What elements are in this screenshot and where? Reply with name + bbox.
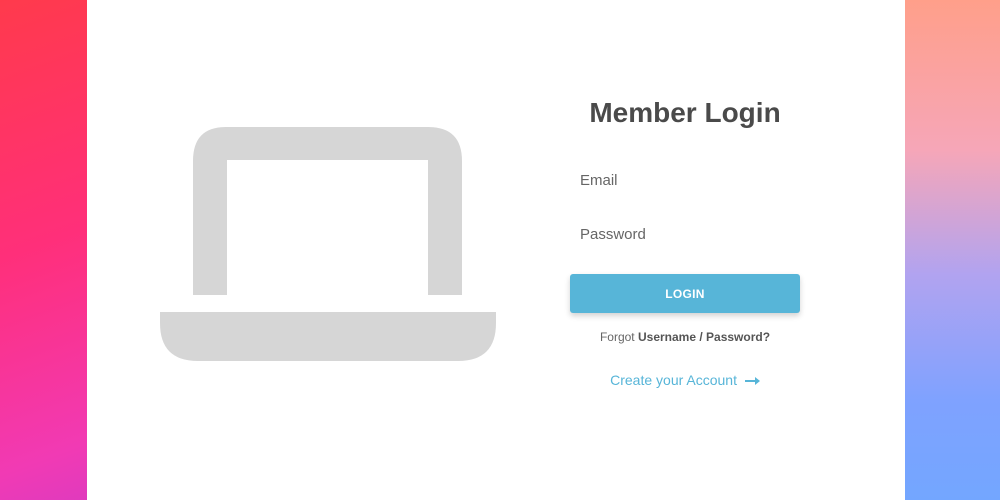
create-account-link[interactable]: Create your Account bbox=[570, 371, 800, 389]
password-field[interactable] bbox=[570, 216, 800, 252]
create-account-label: Create your Account bbox=[610, 372, 737, 388]
login-card: Member Login LOGIN Forgot Username / Pas… bbox=[87, 0, 905, 500]
arrow-right-icon bbox=[744, 377, 760, 386]
page-title: Member Login bbox=[589, 97, 781, 128]
forgot-credentials: Forgot Username / Password? bbox=[570, 329, 800, 345]
login-button[interactable]: LOGIN bbox=[570, 274, 800, 313]
forgot-prefix: Forgot bbox=[599, 330, 635, 344]
forgot-credentials-link[interactable]: Username / Password? bbox=[638, 330, 770, 344]
right-background-strip bbox=[905, 0, 1000, 500]
page-background: Member Login LOGIN Forgot Username / Pas… bbox=[0, 0, 1000, 500]
login-form: Member Login LOGIN Forgot Username / Pas… bbox=[570, 0, 800, 500]
email-field[interactable] bbox=[570, 162, 800, 198]
laptop-icon bbox=[160, 127, 496, 361]
